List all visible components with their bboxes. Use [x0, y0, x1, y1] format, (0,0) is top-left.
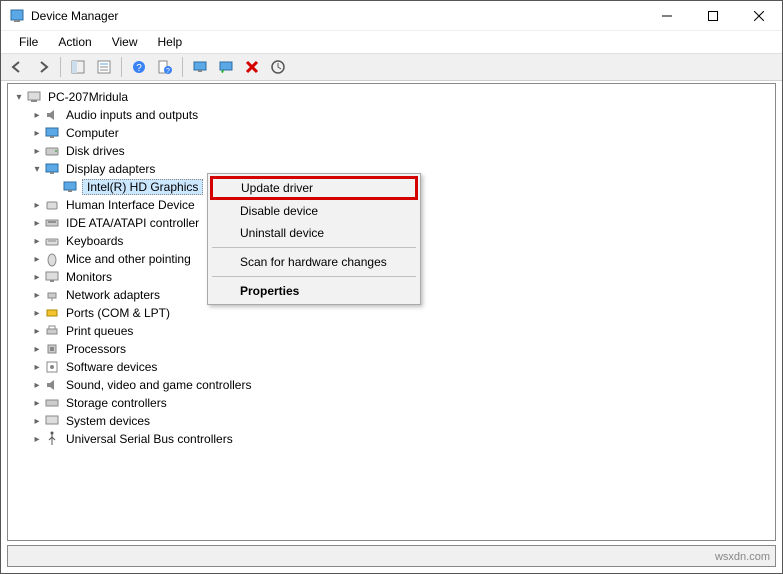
expand-icon[interactable]: ▸	[30, 216, 44, 230]
speaker-icon	[44, 377, 60, 393]
tree-item-printq[interactable]: ▸Print queues	[8, 322, 775, 340]
device-manager-window: Device Manager File Action View Help ? ?	[0, 0, 783, 574]
computer-icon	[26, 89, 42, 105]
mouse-icon	[44, 251, 60, 267]
app-icon	[9, 8, 25, 24]
show-hide-tree-button[interactable]	[66, 55, 90, 79]
software-icon	[44, 359, 60, 375]
menu-view[interactable]: View	[102, 33, 148, 51]
collapse-icon[interactable]: ▾	[30, 162, 44, 176]
cpu-icon	[44, 341, 60, 357]
printer-icon	[44, 323, 60, 339]
minimize-button[interactable]	[644, 1, 690, 30]
expand-icon[interactable]: ▸	[30, 234, 44, 248]
monitor-icon	[44, 125, 60, 141]
close-button[interactable]	[736, 1, 782, 30]
title-bar: Device Manager	[1, 1, 782, 31]
device-tree[interactable]: ▾ PC-207Mridula ▸Audio inputs and output…	[7, 83, 776, 541]
speaker-icon	[44, 107, 60, 123]
expand-icon[interactable]: ▸	[30, 288, 44, 302]
expand-icon[interactable]: ▸	[30, 144, 44, 158]
tree-item-processors[interactable]: ▸Processors	[8, 340, 775, 358]
expand-icon[interactable]: ▸	[30, 396, 44, 410]
context-properties[interactable]: Properties	[210, 280, 418, 302]
context-uninstall-device[interactable]: Uninstall device	[210, 222, 418, 244]
menu-file[interactable]: File	[9, 33, 48, 51]
expand-icon[interactable]: ▸	[30, 306, 44, 320]
svg-text:?: ?	[136, 63, 142, 74]
storage-icon	[44, 395, 60, 411]
expand-icon[interactable]: ▸	[30, 414, 44, 428]
expand-icon[interactable]: ▸	[30, 432, 44, 446]
tree-item-disk[interactable]: ▸Disk drives	[8, 142, 775, 160]
window-title: Device Manager	[31, 9, 644, 23]
port-icon	[44, 305, 60, 321]
menu-action[interactable]: Action	[48, 33, 101, 51]
refresh-icon[interactable]	[214, 55, 238, 79]
expand-icon[interactable]: ▸	[30, 360, 44, 374]
disk-icon	[44, 143, 60, 159]
display-adapter-icon	[44, 161, 60, 177]
expand-icon[interactable]: ▸	[30, 126, 44, 140]
hid-icon	[44, 197, 60, 213]
system-icon	[44, 413, 60, 429]
forward-button[interactable]	[31, 55, 55, 79]
properties-toolbar-button[interactable]	[92, 55, 116, 79]
context-update-driver[interactable]: Update driver	[210, 176, 418, 200]
tree-item-usb[interactable]: ▸Universal Serial Bus controllers	[8, 430, 775, 448]
tree-item-sound[interactable]: ▸Sound, video and game controllers	[8, 376, 775, 394]
delete-icon[interactable]	[240, 55, 264, 79]
context-menu: Update driver Disable device Uninstall d…	[207, 173, 421, 305]
help-icon[interactable]: ?	[127, 55, 151, 79]
tree-item-audio[interactable]: ▸Audio inputs and outputs	[8, 106, 775, 124]
status-bar	[7, 545, 776, 567]
expand-icon[interactable]: ▸	[30, 252, 44, 266]
usb-icon	[44, 431, 60, 447]
back-button[interactable]	[5, 55, 29, 79]
expand-icon[interactable]: ▸	[30, 108, 44, 122]
menu-separator	[212, 276, 416, 277]
network-icon	[44, 287, 60, 303]
display-icon[interactable]	[188, 55, 212, 79]
tree-item-software[interactable]: ▸Software devices	[8, 358, 775, 376]
tree-item-ports[interactable]: ▸Ports (COM & LPT)	[8, 304, 775, 322]
maximize-button[interactable]	[690, 1, 736, 30]
tree-root[interactable]: ▾ PC-207Mridula	[8, 88, 775, 106]
keyboard-icon	[44, 233, 60, 249]
tree-item-computer[interactable]: ▸Computer	[8, 124, 775, 142]
tree-item-storage[interactable]: ▸Storage controllers	[8, 394, 775, 412]
expand-icon[interactable]: ▸	[30, 270, 44, 284]
expand-icon[interactable]: ▸	[30, 342, 44, 356]
monitor-icon	[44, 269, 60, 285]
watermark: wsxdn.com	[715, 551, 770, 563]
menu-separator	[212, 247, 416, 248]
toolbar: ? ?	[1, 53, 782, 81]
tree-item-system[interactable]: ▸System devices	[8, 412, 775, 430]
context-scan-hardware[interactable]: Scan for hardware changes	[210, 251, 418, 273]
menu-bar: File Action View Help	[1, 31, 782, 53]
help-topics-icon[interactable]: ?	[153, 55, 177, 79]
expand-icon[interactable]: ▸	[30, 324, 44, 338]
expand-icon[interactable]: ▸	[30, 378, 44, 392]
scan-icon[interactable]	[266, 55, 290, 79]
display-adapter-icon	[62, 179, 78, 195]
context-disable-device[interactable]: Disable device	[210, 200, 418, 222]
ide-icon	[44, 215, 60, 231]
menu-help[interactable]: Help	[148, 33, 193, 51]
svg-text:?: ?	[166, 68, 170, 75]
collapse-icon[interactable]: ▾	[12, 90, 26, 104]
expand-icon[interactable]: ▸	[30, 198, 44, 212]
